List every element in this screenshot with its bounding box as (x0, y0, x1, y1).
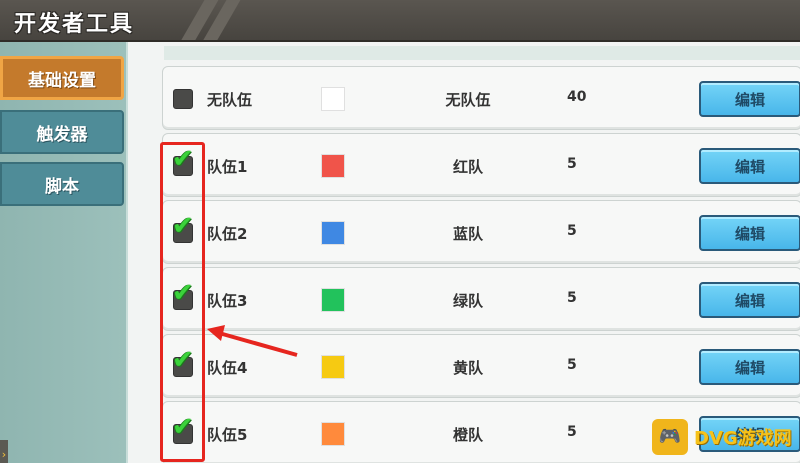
team-name: 队伍2 (207, 225, 248, 243)
team-color-swatch (321, 288, 345, 312)
watermark-text: DVG游戏网 (694, 427, 792, 449)
team-color-swatch (321, 87, 345, 111)
team-label: 无队伍 (445, 91, 491, 109)
tab-label: 脚本 (45, 176, 79, 197)
arrow-head (207, 325, 225, 341)
team-name: 队伍3 (207, 292, 248, 310)
team-player-count: 40 (567, 89, 587, 105)
team-label: 红队 (452, 158, 483, 176)
sidebar: 基础设置 触发器 脚本 › (0, 42, 128, 463)
tab-basic-settings[interactable]: 基础设置 (0, 56, 124, 100)
team-checkbox[interactable] (173, 89, 193, 109)
team-player-count: 5 (567, 290, 577, 306)
edit-button[interactable]: 编辑 (699, 349, 800, 385)
team-player-count: 5 (567, 424, 577, 440)
chevron-right-icon[interactable]: › (0, 440, 8, 463)
team-label: 蓝队 (452, 225, 483, 243)
title-bar: 开发者工具 (0, 0, 800, 42)
team-color-swatch (321, 221, 345, 245)
gamepad-icon: 🎮 (652, 418, 688, 455)
edit-button[interactable]: 编辑 (699, 215, 800, 251)
highlight-box (160, 142, 205, 462)
window-title: 开发者工具 (14, 12, 135, 37)
team-color-swatch (321, 422, 345, 446)
team-row: ✔ 队伍3 绿队 5 编辑 (162, 267, 800, 331)
edit-button[interactable]: 编辑 (699, 81, 800, 117)
team-row: ✔ 队伍1 红队 5 编辑 (162, 133, 800, 197)
list-top-strip (164, 46, 800, 60)
edit-button[interactable]: 编辑 (699, 282, 800, 318)
tab-label: 触发器 (36, 124, 88, 145)
team-list-panel: 无队伍 无队伍 40 编辑 ✔ 队伍1 红队 5 编辑 ✔ 队伍2 蓝队 5 编辑 ✔ 队伍3 绿队 5 编辑 ✔ 队伍… (128, 42, 800, 463)
team-row: 无队伍 无队伍 40 编辑 (162, 66, 800, 130)
team-label: 绿队 (452, 292, 483, 310)
team-player-count: 5 (567, 156, 577, 172)
team-color-swatch (321, 355, 345, 379)
team-label: 黄队 (452, 359, 483, 377)
team-name: 无队伍 (207, 91, 253, 109)
team-color-swatch (321, 154, 345, 178)
team-label: 橙队 (452, 426, 483, 444)
tab-label: 基础设置 (28, 70, 96, 91)
team-player-count: 5 (567, 223, 577, 239)
annotation-arrow (207, 325, 298, 357)
team-row: ✔ 队伍2 蓝队 5 编辑 (162, 200, 800, 264)
team-player-count: 5 (567, 357, 577, 373)
team-name: 队伍1 (207, 158, 248, 176)
arrow-shaft (218, 331, 298, 357)
watermark: 🎮 DVG游戏网 (648, 410, 800, 463)
tab-triggers[interactable]: 触发器 (0, 110, 124, 154)
team-name: 队伍5 (207, 426, 248, 444)
tab-scripts[interactable]: 脚本 (0, 162, 124, 206)
edit-button[interactable]: 编辑 (699, 148, 800, 184)
